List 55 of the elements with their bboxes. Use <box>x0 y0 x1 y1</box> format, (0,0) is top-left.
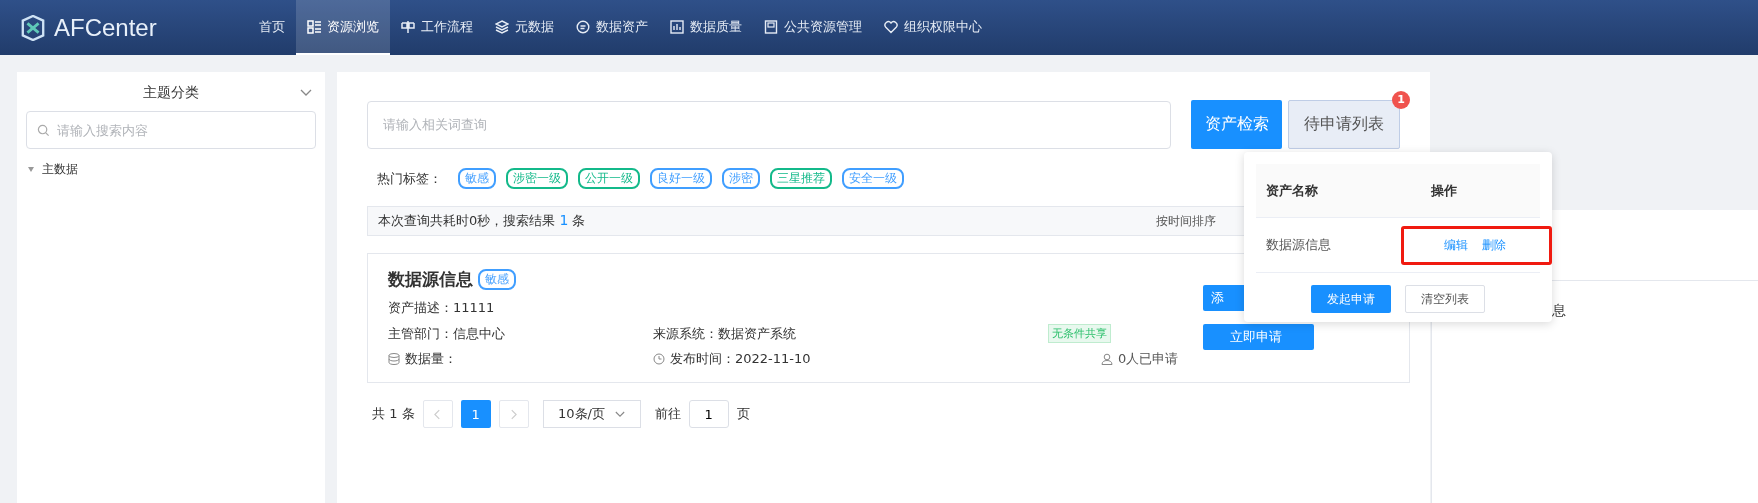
tree-item[interactable]: 主数据 <box>42 161 78 178</box>
table-cell-text: 数据源信息 <box>1265 236 1332 254</box>
nav-tab[interactable]: 公共资源管理 <box>753 0 873 55</box>
publish-date-text: 发布时间：2022-11-10 <box>670 350 811 368</box>
action-link[interactable]: 删除 <box>1482 236 1506 254</box>
clear-button[interactable]: 清空列表 <box>1405 285 1485 313</box>
scale-icon <box>401 19 415 34</box>
heart-icon <box>884 19 898 34</box>
total-count: 共 1 条 <box>372 405 415 423</box>
description-text: 资产描述：11111 <box>388 299 496 317</box>
nav-tab[interactable]: 资源浏览 <box>296 0 390 55</box>
save-icon <box>764 19 778 34</box>
sort-option[interactable]: 按时间排序 <box>1156 212 1216 230</box>
nav-tab[interactable]: 数据质量 <box>659 0 753 55</box>
chevron-down-icon[interactable] <box>300 89 312 97</box>
search-field[interactable]: 请输入搜索内容 <box>26 111 316 149</box>
data-volume-text: 数据量： <box>405 350 457 368</box>
action-link[interactable]: 编辑 <box>1444 236 1468 254</box>
sidebar-title: 主题分类 <box>143 84 199 102</box>
page-size-select[interactable]: 10条/页 <box>542 400 641 428</box>
source-system-text: 来源系统：数据资产系统 <box>653 324 797 343</box>
detail-text: 息 <box>1552 302 1566 320</box>
nav-tab[interactable]: 首页 <box>248 0 296 55</box>
search-icon <box>37 124 50 137</box>
column-header: 资产名称 <box>1265 181 1319 200</box>
clock-icon <box>653 353 665 365</box>
applicant-count: 0人已申请 <box>1118 350 1179 368</box>
tag: 敏感 <box>478 269 516 290</box>
layers-icon <box>495 19 509 34</box>
logo-text: AFCenter <box>54 13 157 42</box>
chat-icon <box>576 19 590 34</box>
share-tag: 无条件共享 <box>1048 324 1111 343</box>
expand-triangle-icon[interactable] <box>28 167 34 172</box>
page-label: 页 <box>736 405 750 423</box>
search-field[interactable]: 请输入相关词查询 <box>367 100 1172 149</box>
person-icon <box>1101 353 1113 365</box>
nav-tab[interactable]: 数据资产 <box>565 0 659 55</box>
nav-tab[interactable]: 工作流程 <box>390 0 484 55</box>
department-text: 主管部门：信息中心 <box>388 324 506 343</box>
chevron-right-icon <box>510 408 518 420</box>
hot-tags-label: 热门标签： <box>377 169 442 188</box>
logo-icon <box>20 14 46 41</box>
result-title[interactable]: 数据源信息 <box>388 268 473 291</box>
list-icon <box>307 19 321 34</box>
column-header: 操作 <box>1430 181 1458 200</box>
database-icon <box>388 353 400 365</box>
chart-icon <box>670 19 684 34</box>
nav-tab[interactable]: 组织权限中心 <box>873 0 993 55</box>
count-badge: 1 <box>1392 91 1410 109</box>
goto-label: 前往 <box>654 405 681 423</box>
page-input[interactable]: 1 <box>688 400 729 428</box>
chevron-down-icon <box>615 410 625 418</box>
chevron-left-icon <box>434 408 442 420</box>
nav-tab[interactable]: 元数据 <box>484 0 565 55</box>
result-summary: 本次查询共耗时0秒，搜索结果 1 条 <box>378 212 586 230</box>
